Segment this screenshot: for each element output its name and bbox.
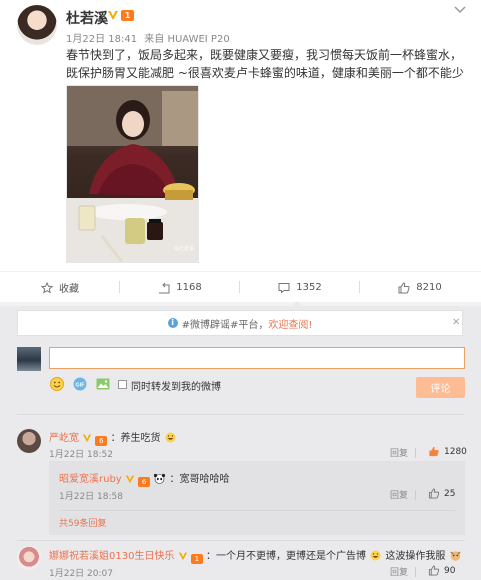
comment-2-reply-button[interactable]: 回复 xyxy=(390,565,408,578)
comment-2-text-b: 这波操作我服 xyxy=(385,551,446,562)
comment-1-line: 严屹宽 6 ：养生吃货 xyxy=(49,429,177,446)
panda-icon xyxy=(154,473,166,484)
comment-1-like-count: 1280 xyxy=(444,446,467,457)
repost-checkbox[interactable] xyxy=(118,380,127,389)
vip-badge: 1 xyxy=(190,554,203,564)
post-card: 杜若溪 1 1月22日 18:41 来自 HUAWEI P20 春节快到了，饭局… xyxy=(0,0,481,306)
comment-1-user[interactable]: 严屹宽 xyxy=(49,433,79,444)
repost-button[interactable]: 1168 xyxy=(120,272,240,303)
reply-1-line: 昭爱宽溪ruby 6 ：宽哥哈哈哈 xyxy=(59,470,229,487)
post-action-bar: 收藏 1168 1352 8210 xyxy=(0,271,481,306)
post-text-line2: 护肠胃又能减肥 ~很喜欢麦卢卡蜂蜜的味道，健康和美丽一个都不能少 xyxy=(90,66,464,80)
photo-watermark: @杜若溪 xyxy=(173,246,194,252)
reply-1-reply-button[interactable]: 回复 xyxy=(390,488,408,501)
divider xyxy=(17,414,465,415)
vip-badge: 1 xyxy=(121,10,134,21)
verified-icon xyxy=(83,434,92,443)
separator xyxy=(415,448,416,458)
post-photo[interactable]: @杜若溪 xyxy=(66,85,199,263)
more-replies-link[interactable]: 共59条回复 xyxy=(59,516,106,529)
comment-2-like-count: 90 xyxy=(444,565,456,576)
repost-count: 1168 xyxy=(176,282,202,293)
comment-1-text: ：养生吃货 xyxy=(110,433,161,444)
author-avatar[interactable] xyxy=(17,5,57,45)
verified-icon xyxy=(178,552,187,561)
reply-1-like-count: 25 xyxy=(444,488,456,499)
comment-2-user[interactable]: 娜娜祝若溪姐0130生日快乐 xyxy=(49,551,174,562)
rumor-notice: i #微博辟谣#平台， 欢迎查阅! xyxy=(17,310,463,336)
comment-input[interactable] xyxy=(49,347,465,369)
submit-comment-button[interactable]: 评论 xyxy=(416,377,465,398)
comment-2-line: 娜娜祝若溪姐0130生日快乐 1 ：一个月不更博，更博还是个广告博 这波操作我服 xyxy=(49,547,462,564)
verified-icon xyxy=(108,11,118,20)
laughing-emoji-icon xyxy=(370,550,381,561)
notice-text[interactable]: #微博辟谣#平台， xyxy=(182,316,269,331)
repost-icon xyxy=(159,282,170,293)
vip-badge: 6 xyxy=(138,477,151,487)
separator xyxy=(415,567,416,577)
comment-count: 1352 xyxy=(296,282,322,293)
repost-checkbox-label[interactable]: 同时转发到我的微博 xyxy=(131,378,221,393)
comment-2-like-button[interactable]: 90 xyxy=(428,565,455,576)
image-icon[interactable] xyxy=(95,376,111,392)
thumbs-up-icon xyxy=(428,565,440,576)
reply-1-like-button[interactable]: 25 xyxy=(428,488,455,499)
post-meta: 1月22日 18:41 来自 HUAWEI P20 xyxy=(66,30,234,45)
chevron-down-icon[interactable] xyxy=(452,4,468,16)
laughing-emoji-icon xyxy=(165,432,176,443)
comment-1-reply-button[interactable]: 回复 xyxy=(390,446,408,459)
vip-badge: 6 xyxy=(95,436,108,446)
reply-1-time: 1月22日 18:58 xyxy=(59,492,123,502)
notice-link[interactable]: 欢迎查阅! xyxy=(268,316,312,331)
comment-button[interactable]: 1352 xyxy=(240,272,360,306)
comment-2-text: ：一个月不更博，更博还是个广告博 xyxy=(206,551,367,562)
emoji-icon[interactable] xyxy=(49,376,65,392)
reply-1-text: ：宽哥哈哈哈 xyxy=(169,474,230,485)
comment-1-like-button[interactable]: 1280 xyxy=(428,446,467,457)
like-button[interactable]: 8210 xyxy=(360,272,480,303)
info-icon: i xyxy=(167,318,178,328)
photo-illustration xyxy=(67,86,198,262)
favorite-button[interactable]: 收藏 xyxy=(0,272,120,303)
divider xyxy=(59,510,455,511)
comment-avatar[interactable] xyxy=(17,546,41,570)
favorite-label: 收藏 xyxy=(59,284,79,295)
separator xyxy=(415,490,416,500)
comment-avatar[interactable] xyxy=(17,429,41,453)
like-count: 8210 xyxy=(416,282,442,293)
comment-1-time: 1月22日 18:52 xyxy=(49,450,113,460)
doge-icon xyxy=(450,551,461,561)
post-device: 来自 HUAWEI P20 xyxy=(144,34,230,45)
comment-icon xyxy=(278,282,290,294)
verified-icon xyxy=(125,475,135,484)
gif-icon[interactable]: GIF xyxy=(72,376,88,392)
thumbs-up-icon xyxy=(428,488,440,499)
author-name[interactable]: 杜若溪 xyxy=(66,8,108,28)
thumbs-up-icon xyxy=(398,281,410,293)
divider xyxy=(17,540,465,541)
my-avatar[interactable] xyxy=(17,347,41,371)
post-date[interactable]: 1月22日 18:41 xyxy=(66,34,137,45)
reply-1-user[interactable]: 昭爱宽溪ruby xyxy=(59,474,122,485)
comment-2-time: 1月22日 20:07 xyxy=(49,569,113,579)
close-icon[interactable]: × xyxy=(452,317,460,328)
thumbs-up-icon xyxy=(429,446,439,457)
svg-text:GIF: GIF xyxy=(75,383,85,389)
star-icon xyxy=(41,281,53,294)
